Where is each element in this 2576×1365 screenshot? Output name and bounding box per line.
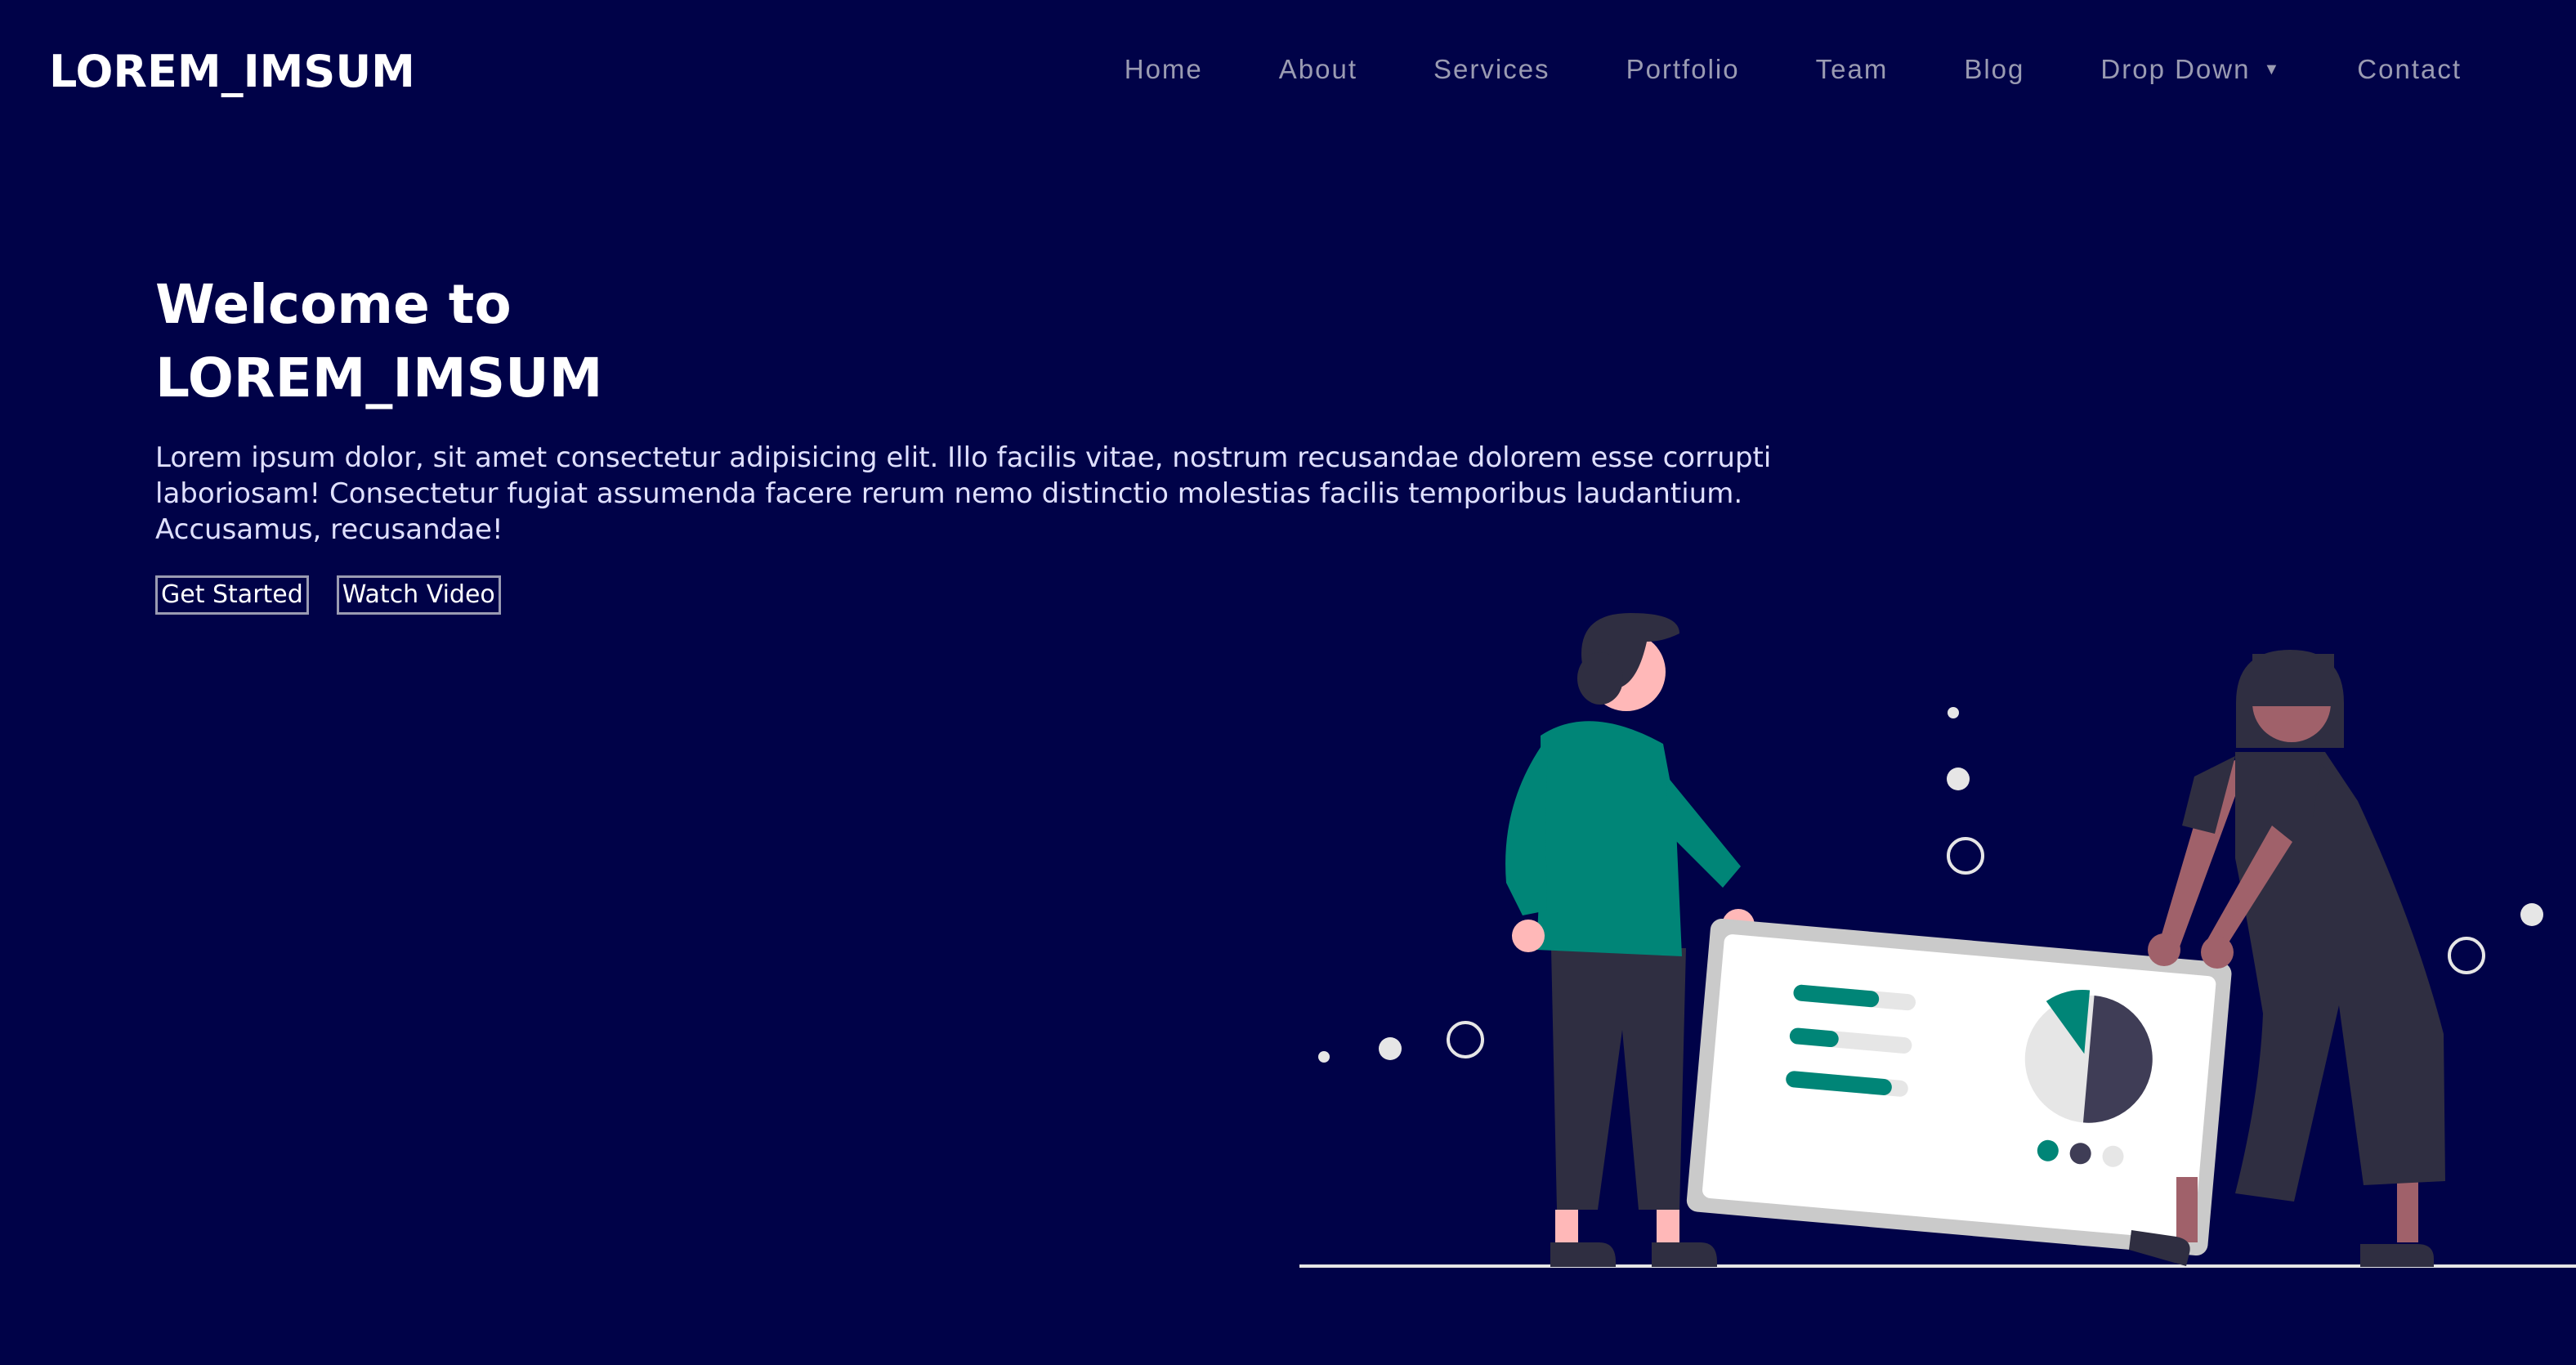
landing-page: LOREM_IMSUM Home About Services Portfoli… — [0, 0, 2576, 1365]
hero-illustration — [1299, 613, 2576, 1268]
dashboard-board — [1686, 918, 2232, 1256]
